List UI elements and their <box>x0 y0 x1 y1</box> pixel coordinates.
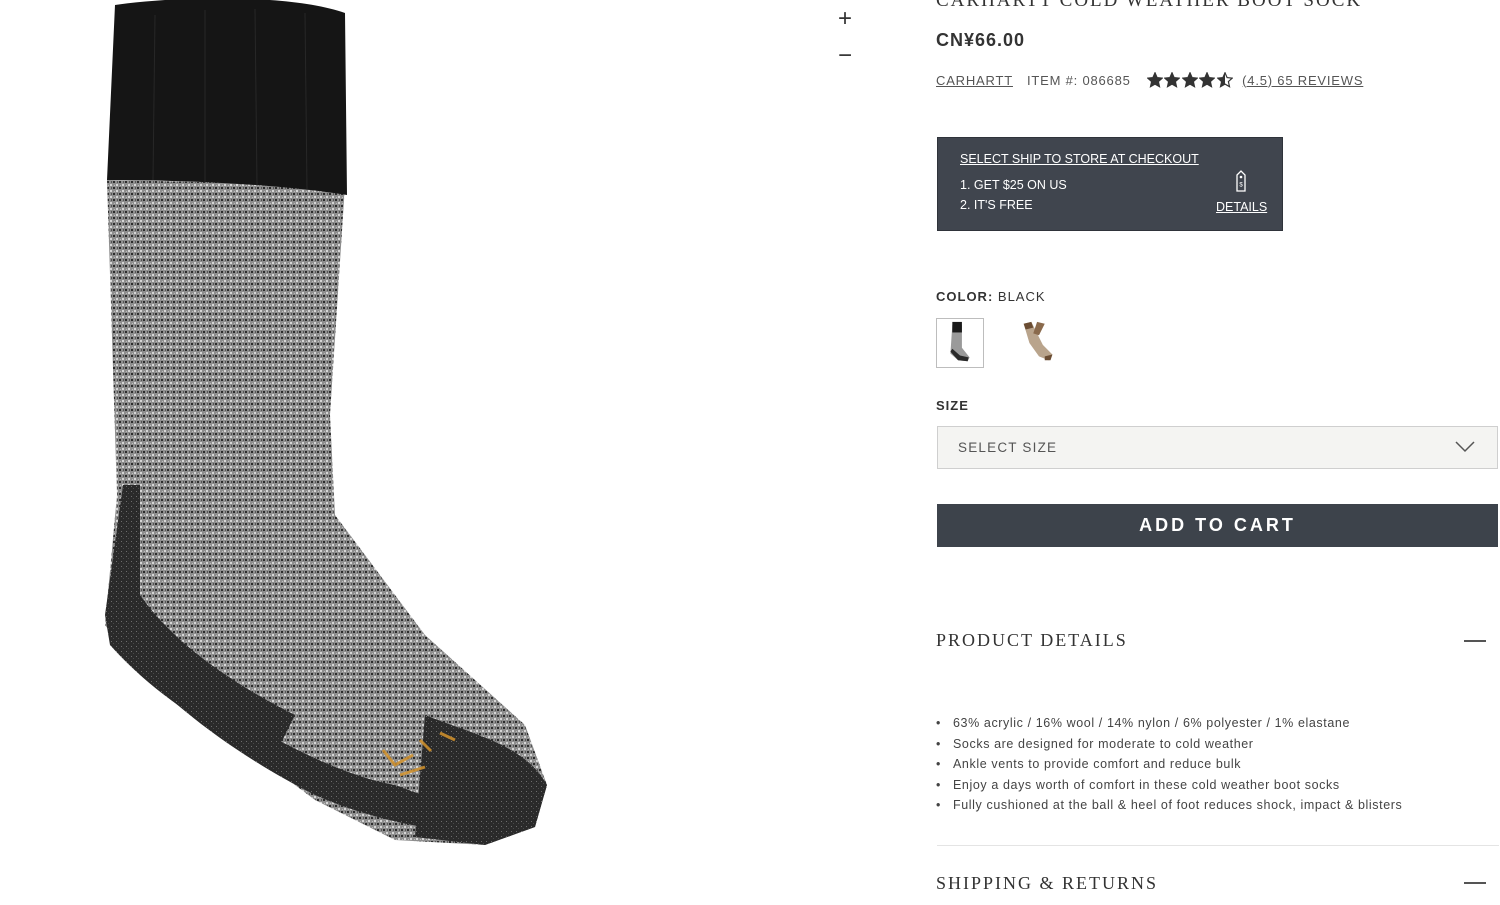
black-sock-thumbnail <box>950 321 970 362</box>
zoom-in-button[interactable]: + <box>832 6 858 32</box>
detail-bullet: 63% acrylic / 16% wool / 14% nylon / 6% … <box>936 713 1402 734</box>
star-half-icon <box>1216 72 1233 88</box>
detail-bullet: Socks are designed for moderate to cold … <box>936 734 1402 755</box>
ship-to-store-promo: SELECT SHIP TO STORE AT CHECKOUT 1. GET … <box>937 137 1283 231</box>
brown-sock-thumbnail <box>1023 321 1053 361</box>
product-meta: CARHARTT ITEM #: 086685 (4.5) 65 REVIEWS <box>936 72 1363 88</box>
brand-link[interactable]: CARHARTT <box>936 73 1013 88</box>
size-select[interactable]: SELECT SIZE <box>937 426 1498 469</box>
add-to-cart-button[interactable]: ADD TO CART <box>937 504 1498 547</box>
product-price: CN¥66.00 <box>936 30 1026 50</box>
collapse-icon[interactable] <box>1464 882 1486 884</box>
star-full-icon <box>1146 72 1163 88</box>
star-full-icon <box>1181 72 1198 88</box>
size-select-placeholder: SELECT SIZE <box>958 440 1058 455</box>
collapse-icon[interactable] <box>1464 640 1486 642</box>
star-full-icon <box>1199 72 1216 88</box>
detail-bullet: Fully cushioned at the ball & heel of fo… <box>936 795 1402 816</box>
product-details-list: 63% acrylic / 16% wool / 14% nylon / 6% … <box>936 713 1402 816</box>
item-number: ITEM #: 086685 <box>1026 72 1131 88</box>
product-details-heading[interactable]: PRODUCT DETAILS <box>936 630 1128 651</box>
selected-color: BLACK <box>997 289 1046 304</box>
color-label-text: COLOR: <box>936 289 994 304</box>
color-swatch-brown[interactable] <box>1016 318 1064 368</box>
chevron-down-icon <box>1455 441 1475 453</box>
reviews-link[interactable]: (4.5) 65 REVIEWS <box>1242 73 1363 88</box>
color-swatch-black[interactable] <box>936 318 984 368</box>
promo-line-1: 1. GET $25 ON US <box>960 178 1067 192</box>
shipping-returns-heading[interactable]: SHIPPING & RETURNS <box>936 873 1158 894</box>
detail-bullet: Ankle vents to provide comfort and reduc… <box>936 754 1402 775</box>
promo-line-2: 2. IT'S FREE <box>960 198 1033 212</box>
promo-headline[interactable]: SELECT SHIP TO STORE AT CHECKOUT <box>960 152 1199 166</box>
color-label: COLOR: BLACK <box>936 289 1046 304</box>
promo-details-link[interactable]: DETAILS <box>1216 200 1267 214</box>
detail-bullet: Enjoy a days worth of comfort in these c… <box>936 775 1402 796</box>
zoom-out-button[interactable]: − <box>832 43 858 69</box>
product-image[interactable] <box>95 0 565 855</box>
star-full-icon <box>1164 72 1181 88</box>
size-label: SIZE <box>936 398 969 413</box>
price-tag-icon: $ <box>1236 170 1246 192</box>
rating-stars <box>1146 72 1235 88</box>
divider <box>937 845 1499 846</box>
product-title: CARHARTT COLD WEATHER BOOT SOCK <box>936 0 1363 11</box>
svg-text:$: $ <box>1239 183 1243 189</box>
